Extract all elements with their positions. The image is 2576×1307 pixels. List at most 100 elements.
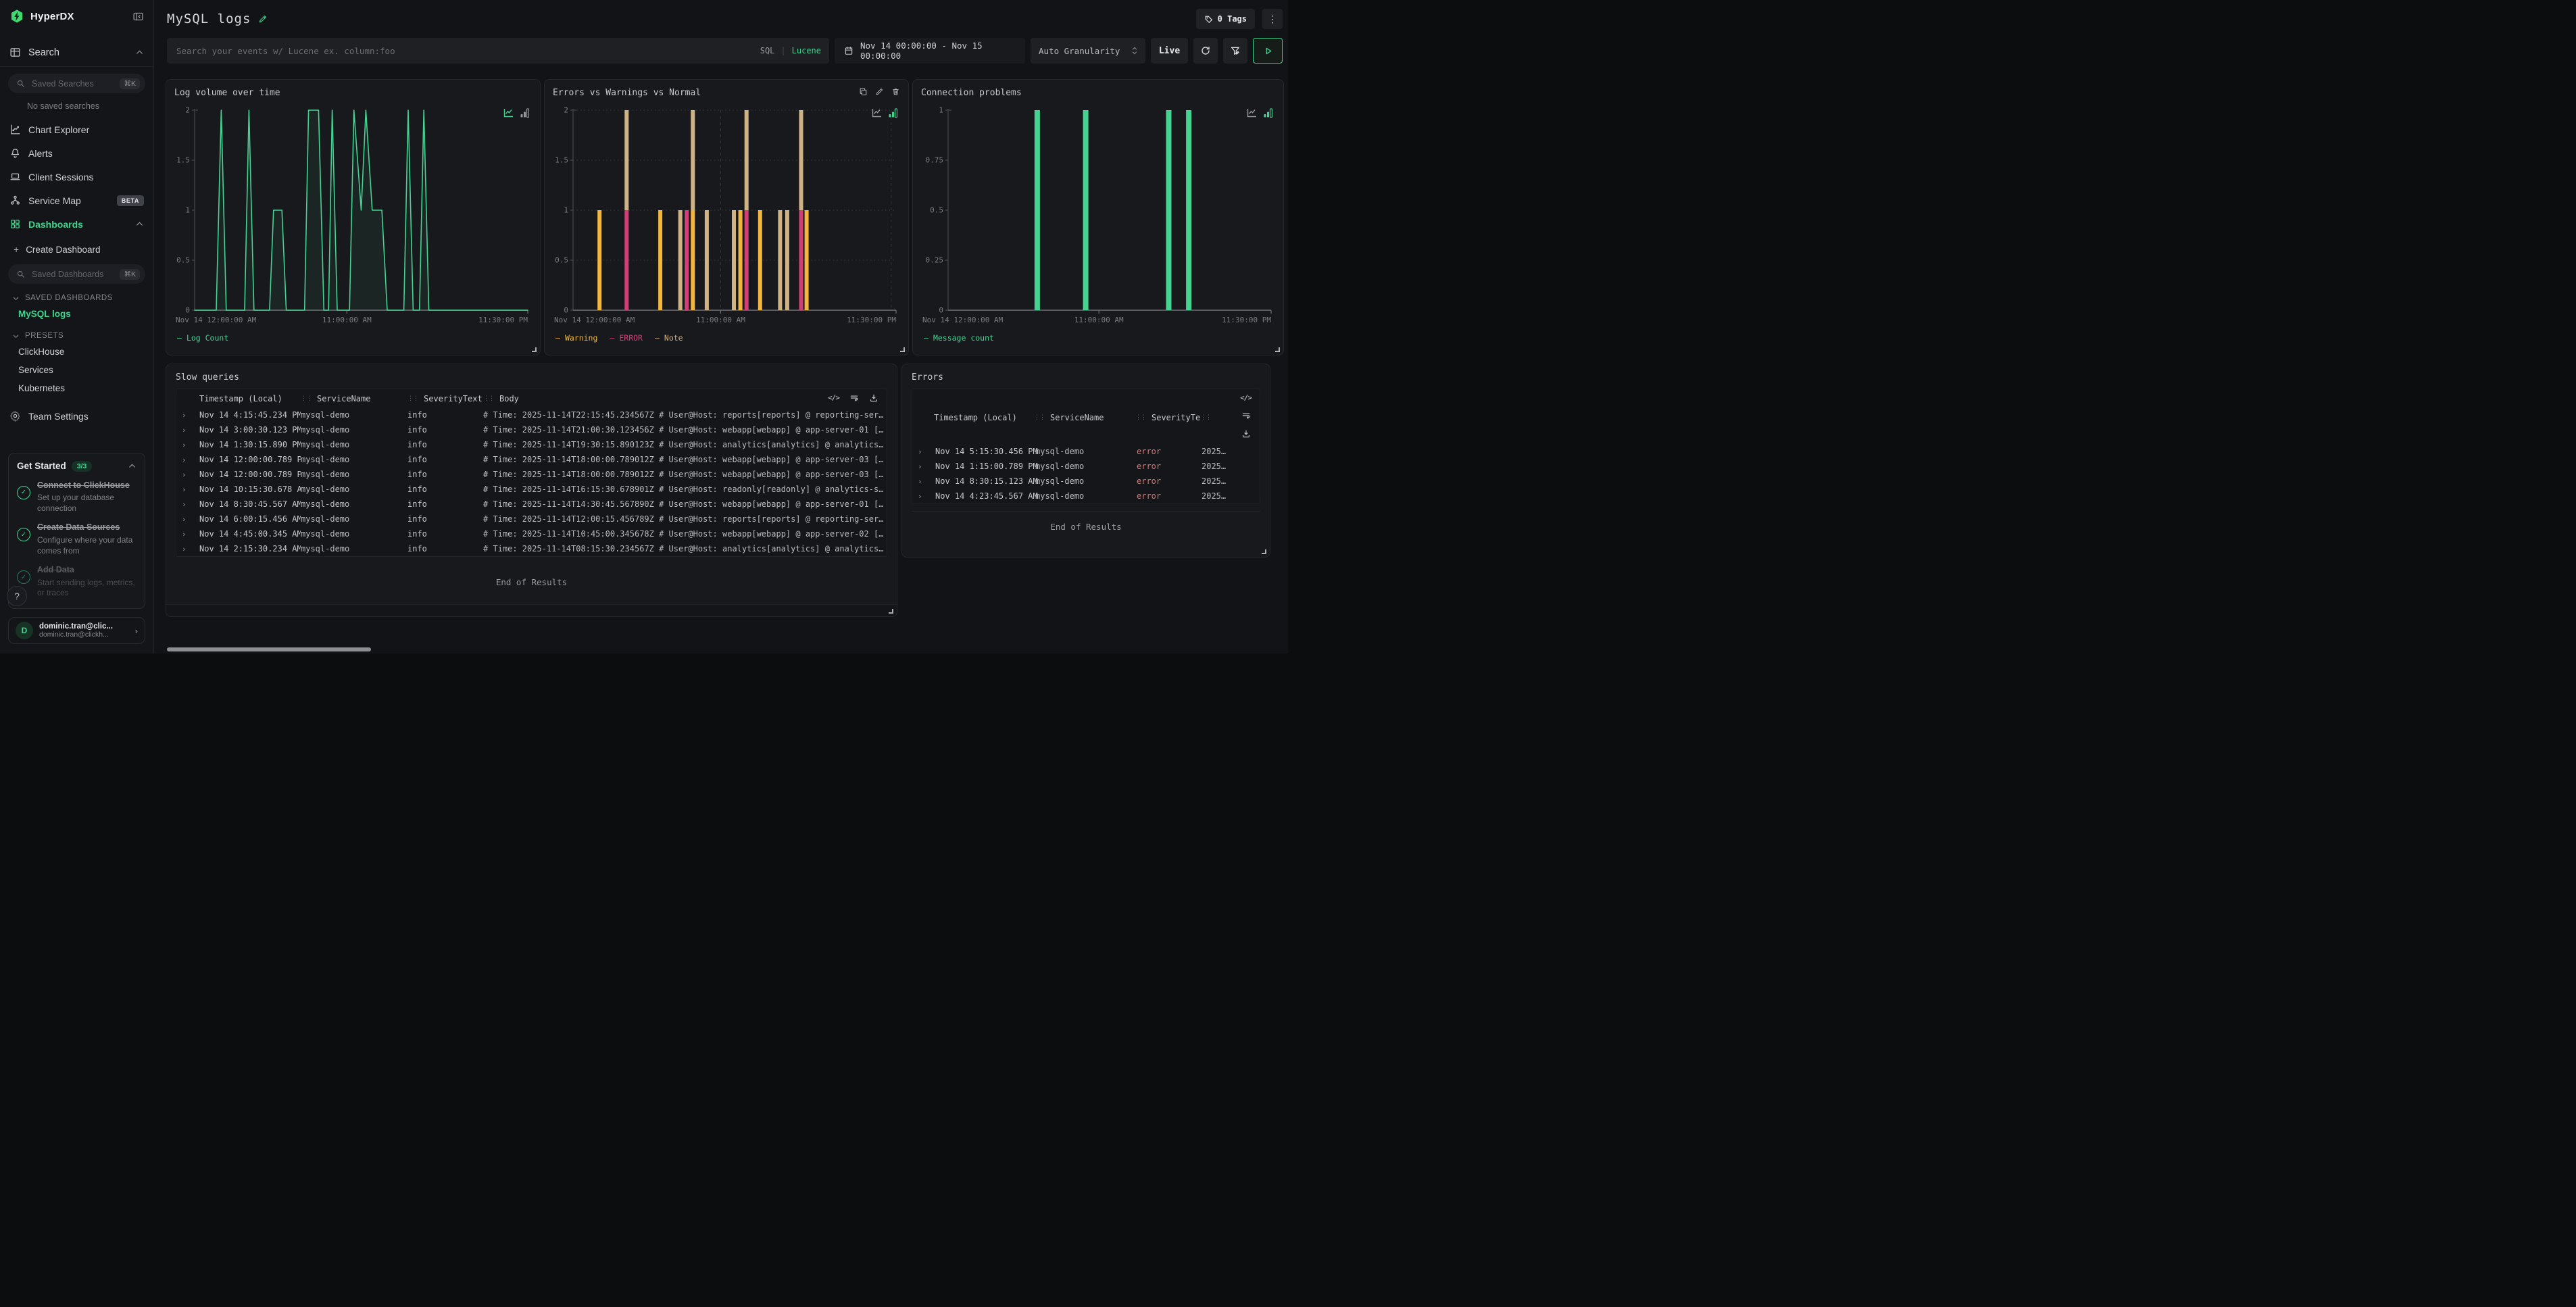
saved-searches-field[interactable] [30,78,114,89]
delete-chart-icon[interactable] [891,87,900,96]
table-row[interactable]: ›Nov 14 2:15:30.234 AMmysql-demoinfo# Ti… [176,541,887,556]
event-search-box[interactable]: SQL | Lucene [167,38,829,64]
presets-section-header[interactable]: PRESETS [0,323,153,343]
wrap-lines-icon[interactable] [849,393,859,403]
sidebar-item-chart-explorer[interactable]: Chart Explorer [0,118,153,141]
saved-dashboards-field[interactable] [30,269,114,280]
saved-searches-input[interactable]: ⌘K [8,74,145,93]
legend-item[interactable]: —ERROR [610,333,643,343]
wrap-lines-icon[interactable] [1241,411,1251,420]
row-expander-icon[interactable]: › [182,530,199,539]
download-icon[interactable] [1241,429,1251,439]
create-dashboard-button[interactable]: + Create Dashboard [0,236,153,257]
saved-dashboards-section-header[interactable]: SAVED DASHBOARDS [0,285,153,305]
column-header-severitytext[interactable]: ⋮⋮SeverityText [407,394,483,403]
get-started-header[interactable]: Get Started 3/3 [17,461,137,472]
chart-canvas[interactable]: 00.511.52Nov 14 12:00:00 AM11:00:00 AM11… [174,103,532,328]
column-header-timestamp[interactable]: Timestamp (Local) [934,413,1034,422]
row-expander-icon[interactable]: › [182,426,199,435]
table-hscrollbar[interactable] [166,604,897,616]
row-expander-icon[interactable]: › [182,500,199,509]
drag-handle-icon[interactable]: ⋮⋮ [483,395,494,402]
line-mode-icon[interactable] [503,108,514,118]
saved-dashboards-input[interactable]: ⌘K [8,264,145,284]
table-row[interactable]: ›Nov 14 12:00:00.789 PMmysql-demoinfo# T… [176,467,887,482]
page-hscrollbar-thumb[interactable] [167,647,371,651]
sidebar-collapse-icon[interactable] [132,11,144,22]
view-source-icon[interactable]: </> [828,393,839,403]
table-row[interactable]: ›Nov 14 10:15:30.678 AMmysql-demoinfo# T… [176,482,887,497]
row-expander-icon[interactable]: › [182,515,199,524]
get-started-step[interactable]: ✓ Connect to ClickHouse Set up your data… [17,480,137,514]
granularity-select[interactable]: Auto Granularity [1031,38,1145,64]
drag-handle-icon[interactable]: ⋮⋮ [407,395,418,402]
event-search-input[interactable] [175,45,760,57]
get-started-step[interactable]: ✓ Add Data Start sending logs, metrics, … [17,565,137,599]
bar-mode-icon[interactable] [520,108,529,118]
run-query-button[interactable] [1253,38,1283,64]
bar-mode-icon[interactable] [1264,108,1272,118]
legend-item[interactable]: —Warning [555,333,597,343]
sidebar-item-clickhouse[interactable]: ClickHouse [0,343,153,361]
row-expander-icon[interactable]: › [182,470,199,479]
column-header-body[interactable]: ⋮⋮Body [483,394,887,403]
view-source-icon[interactable]: </> [1240,393,1252,402]
row-expander-icon[interactable]: › [182,545,199,553]
row-expander-icon[interactable]: › [182,411,199,420]
row-expander-icon[interactable]: › [918,447,935,456]
table-row[interactable]: ›Nov 14 12:00:00.789 PMmysql-demoinfo# T… [176,452,887,467]
resize-handle-icon[interactable] [889,609,893,614]
row-expander-icon[interactable]: › [918,462,935,471]
table-row[interactable]: ›Nov 14 4:45:00.345 AMmysql-demoinfo# Ti… [176,526,887,541]
sidebar-item-client-sessions[interactable]: Client Sessions [0,165,153,189]
drag-handle-icon[interactable]: ⋮⋮ [1135,414,1146,421]
table-row[interactable]: ›Nov 14 1:15:00.789 PMmysql-demoerror202… [912,459,1260,474]
row-expander-icon[interactable]: › [182,485,199,494]
date-range-picker[interactable]: Nov 14 00:00:00 - Nov 15 00:00:00 [835,38,1025,64]
resize-handle-icon[interactable] [532,347,537,352]
tags-button[interactable]: 0 Tags [1196,9,1255,29]
legend-item[interactable]: —Message count [924,333,994,343]
line-mode-icon[interactable] [872,108,882,118]
table-row[interactable]: ›Nov 14 4:23:45.567 AMmysql-demoerror202… [912,489,1260,503]
drag-handle-icon[interactable]: ⋮⋮ [1200,414,1211,421]
legend-item[interactable]: —Log Count [177,333,228,343]
download-icon[interactable] [869,393,878,403]
user-menu[interactable]: D dominic.tran@clic... dominic.tran@clic… [8,617,145,644]
sidebar-item-team-settings[interactable]: Team Settings [0,404,153,428]
chart-canvas[interactable]: 00.250.50.751Nov 14 12:00:00 AM11:00:00 … [921,103,1275,328]
row-expander-icon[interactable]: › [918,492,935,501]
row-expander-icon[interactable]: › [918,477,935,486]
column-header-servicename[interactable]: ⋮⋮ServiceName [301,394,407,403]
table-row[interactable]: ›Nov 14 1:30:15.890 PMmysql-demoinfo# Ti… [176,437,887,452]
duplicate-icon[interactable] [859,87,868,96]
column-header-severitytext[interactable]: ⋮⋮SeverityText [1135,413,1200,422]
chevron-up-icon[interactable] [135,220,144,228]
row-expander-icon[interactable]: › [182,441,199,449]
drag-handle-icon[interactable]: ⋮⋮ [301,395,312,402]
resize-handle-icon[interactable] [1262,549,1266,554]
sidebar-item-dashboards[interactable]: Dashboards [0,212,153,236]
edit-chart-icon[interactable] [875,87,884,96]
filter-button[interactable] [1223,38,1247,64]
chart-canvas[interactable]: 00.511.52Nov 14 12:00:00 AM11:00:00 AM11… [553,103,900,328]
column-header-timestamp[interactable]: Timestamp (Local) [199,394,301,403]
row-expander-icon[interactable]: › [182,455,199,464]
live-button[interactable]: Live [1151,38,1188,64]
bar-mode-icon[interactable] [889,108,897,118]
sidebar-item-services[interactable]: Services [0,361,153,379]
edit-title-icon[interactable] [258,14,268,24]
table-row[interactable]: ›Nov 14 5:15:30.456 PMmysql-demoerror202… [912,444,1260,459]
table-row[interactable]: ›Nov 14 8:30:15.123 AMmysql-demoerror202… [912,474,1260,489]
sidebar-item-alerts[interactable]: Alerts [0,141,153,165]
dashboard-menu-button[interactable]: ⋮ [1262,9,1283,29]
table-row[interactable]: ›Nov 14 6:00:15.456 AMmysql-demoinfo# Ti… [176,512,887,526]
resize-handle-icon[interactable] [1275,347,1280,352]
drag-handle-icon[interactable]: ⋮⋮ [1034,414,1045,421]
help-button[interactable]: ? [7,586,27,606]
resize-handle-icon[interactable] [900,347,905,352]
legend-item[interactable]: —Note [655,333,683,343]
table-row[interactable]: ›Nov 14 8:30:45.567 AMmysql-demoinfo# Ti… [176,497,887,512]
table-row[interactable]: ›Nov 14 4:15:45.234 PMmysql-demoinfo# Ti… [176,408,887,422]
lucene-toggle[interactable]: Lucene [792,46,821,55]
